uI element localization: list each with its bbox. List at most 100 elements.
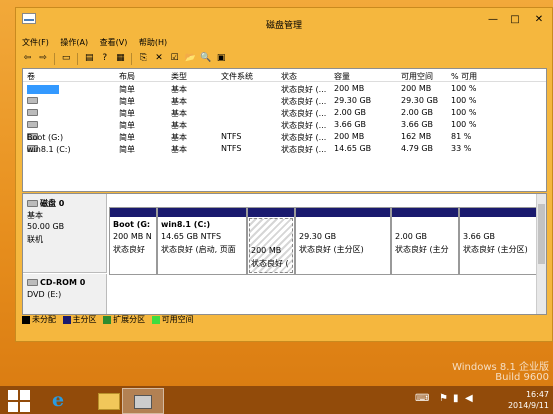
help-icon[interactable]: ? bbox=[99, 53, 110, 64]
col-capacity[interactable]: 容量 bbox=[334, 71, 350, 82]
minimize-button[interactable]: — bbox=[482, 12, 504, 28]
col-volume[interactable]: 卷 bbox=[27, 71, 35, 82]
properties-icon[interactable]: ▤ bbox=[84, 53, 95, 64]
disk-graphical-view[interactable]: 磁盘 0 基本 50.00 GB 联机 Boot (G: 200 MB N 状态… bbox=[22, 193, 547, 315]
partition-color-bar bbox=[158, 208, 246, 217]
cell-layout: 简单 bbox=[119, 121, 135, 130]
delete-icon[interactable]: ✕ bbox=[153, 53, 164, 64]
col-free[interactable]: 可用空间 bbox=[401, 71, 433, 82]
volume-icon bbox=[27, 109, 38, 116]
partition-win81[interactable]: win8.1 (C:) 14.65 GB NTFS 状态良好 (启动, 页面 bbox=[157, 207, 247, 275]
system-tray: ⌨ ⚑ ▮ ◀ 16:47 2014/9/11 bbox=[413, 386, 553, 414]
volume-list[interactable]: 卷 布局 类型 文件系统 状态 容量 可用空间 % 可用 简单 基本 状态良好 (.… bbox=[22, 68, 547, 192]
table-row[interactable]: Boot (G:) 简单 基本 NTFS 状态良好 (... 200 MB 162 MB 81… bbox=[23, 131, 546, 143]
partition-29gb[interactable]: 29.30 GB 状态良好 (主分区) bbox=[295, 207, 391, 275]
cdrom-kind: DVD (E:) bbox=[27, 290, 62, 299]
toolbar: ⇦ ⇨ ▭ ▤ ? ▦ ⎘ ✕ ☑ 📂 🔍 ▣ bbox=[22, 51, 542, 67]
partition-title: Boot (G: bbox=[113, 220, 151, 229]
cell-layout: 简单 bbox=[119, 97, 135, 106]
cell-pct: 100 % bbox=[451, 84, 477, 93]
cell-capacity: 200 MB bbox=[334, 132, 365, 141]
refresh-icon[interactable]: ▣ bbox=[216, 53, 227, 64]
col-layout[interactable]: 布局 bbox=[119, 71, 135, 82]
menu-file[interactable]: 文件(F) bbox=[22, 36, 49, 50]
disk-0-name: 磁盘 0 bbox=[40, 199, 65, 208]
keyboard-icon[interactable]: ⌨ bbox=[415, 393, 429, 404]
volume-icon bbox=[27, 121, 38, 128]
col-type[interactable]: 类型 bbox=[171, 71, 187, 82]
partition-size: 200 MB N bbox=[113, 232, 152, 241]
disk-0-status: 联机 bbox=[27, 235, 43, 244]
toolbar-separator bbox=[77, 53, 79, 65]
disk-management-taskbar-icon[interactable] bbox=[122, 388, 164, 414]
partition-status: 状态良好 (主分区) bbox=[463, 245, 528, 254]
cell-type: 基本 bbox=[171, 85, 187, 94]
cell-capacity: 200 MB bbox=[334, 84, 365, 93]
volume-label: Boot (G:) bbox=[27, 133, 64, 142]
volume-list-header: 卷 布局 类型 文件系统 状态 容量 可用空间 % 可用 bbox=[23, 69, 546, 82]
partition-selected-200mb[interactable]: 200 MB 状态良好 ( bbox=[247, 207, 295, 275]
table-row[interactable]: win8.1 (C:) 简单 基本 NTFS 状态良好 (... 14.65 GB 4.79… bbox=[23, 143, 546, 155]
selected-volume-highlight bbox=[27, 85, 59, 94]
disk-0-info[interactable]: 磁盘 0 基本 50.00 GB 联机 bbox=[23, 194, 107, 273]
back-arrow-icon[interactable]: ⇦ bbox=[22, 53, 33, 64]
properties2-icon[interactable]: ☑ bbox=[169, 53, 180, 64]
cell-capacity: 3.66 GB bbox=[334, 120, 367, 129]
menu-action[interactable]: 操作(A) bbox=[60, 36, 88, 50]
partition-color-bar bbox=[460, 208, 536, 217]
scrollbar-thumb[interactable] bbox=[538, 204, 545, 264]
cell-layout: 简单 bbox=[119, 133, 135, 142]
cell-pct: 100 % bbox=[451, 120, 477, 129]
table-row[interactable]: 简单 基本 状态良好 (... 29.30 GB 29.30 GB 100 % bbox=[23, 95, 546, 107]
table-row[interactable]: 简单 基本 状态良好 (... 200 MB 200 MB 100 % bbox=[23, 83, 546, 95]
cell-capacity: 14.65 GB bbox=[334, 144, 372, 153]
volume-icon bbox=[27, 97, 38, 104]
cell-status: 状态良好 (... bbox=[281, 121, 327, 130]
table-row[interactable]: 简单 基本 状态良好 (... 2.00 GB 2.00 GB 100 % bbox=[23, 107, 546, 119]
network-icon[interactable]: ▮ bbox=[453, 393, 459, 404]
cell-free: 3.66 GB bbox=[401, 120, 434, 129]
legend-primary: 主分区 bbox=[62, 314, 97, 326]
menu-help[interactable]: 帮助(H) bbox=[139, 36, 167, 50]
partition-size: 14.65 GB NTFS bbox=[161, 232, 222, 241]
internet-explorer-icon[interactable]: e bbox=[44, 388, 80, 412]
cell-layout: 简单 bbox=[119, 145, 135, 154]
cell-status: 状态良好 (... bbox=[281, 109, 327, 118]
menu-view[interactable]: 查看(V) bbox=[100, 36, 128, 50]
action-center-flag-icon[interactable]: ⚑ bbox=[439, 393, 448, 404]
col-pct-free[interactable]: % 可用 bbox=[451, 71, 477, 82]
show-hide-console-icon[interactable]: ▭ bbox=[61, 53, 72, 64]
toolbar-separator bbox=[131, 53, 133, 65]
start-button[interactable] bbox=[8, 390, 30, 412]
vertical-scrollbar[interactable] bbox=[536, 194, 546, 314]
partition-status: 状态良好 (启动, 页面 bbox=[161, 245, 236, 254]
disk-list-icon[interactable]: ▦ bbox=[115, 53, 126, 64]
maximize-button[interactable]: □ bbox=[504, 12, 526, 28]
col-status[interactable]: 状态 bbox=[281, 71, 297, 82]
legend-unallocated: 未分配 bbox=[22, 314, 56, 326]
volume-icon[interactable]: ◀ bbox=[465, 393, 473, 404]
connect-icon[interactable]: ⎘ bbox=[138, 53, 149, 64]
table-row[interactable]: 简单 基本 状态良好 (... 3.66 GB 3.66 GB 100 % bbox=[23, 119, 546, 131]
window-title: 磁盘管理 bbox=[265, 21, 302, 31]
partition-3gb[interactable]: 3.66 GB 状态良好 (主分区) bbox=[459, 207, 537, 275]
partition-size: 3.66 GB bbox=[463, 232, 496, 241]
partition-boot[interactable]: Boot (G: 200 MB N 状态良好 bbox=[109, 207, 157, 275]
cell-free: 29.30 GB bbox=[401, 96, 439, 105]
cdrom-0-info[interactable]: CD-ROM 0 DVD (E:) bbox=[23, 274, 107, 314]
legend-extended: 扩展分区 bbox=[103, 314, 145, 326]
col-filesystem[interactable]: 文件系统 bbox=[221, 71, 253, 82]
cell-free: 2.00 GB bbox=[401, 108, 434, 117]
forward-arrow-icon[interactable]: ⇨ bbox=[38, 53, 49, 64]
partition-2gb[interactable]: 2.00 GB 状态良好 (主分 bbox=[391, 207, 459, 275]
taskbar: e ⌨ ⚑ ▮ ◀ 16:47 2014/9/11 bbox=[0, 386, 553, 414]
clock[interactable]: 16:47 2014/9/11 bbox=[508, 389, 549, 411]
volume-label: win8.1 (C:) bbox=[27, 145, 71, 154]
partition-title: win8.1 (C:) bbox=[161, 220, 211, 229]
cell-free: 162 MB bbox=[401, 132, 432, 141]
close-button[interactable]: ✕ bbox=[526, 12, 552, 28]
open-folder-icon[interactable]: 📂 bbox=[185, 53, 196, 64]
title-bar[interactable]: 磁盘管理 — □ ✕ bbox=[16, 8, 552, 34]
search-icon[interactable]: 🔍 bbox=[200, 53, 211, 64]
file-explorer-icon[interactable] bbox=[90, 388, 126, 412]
